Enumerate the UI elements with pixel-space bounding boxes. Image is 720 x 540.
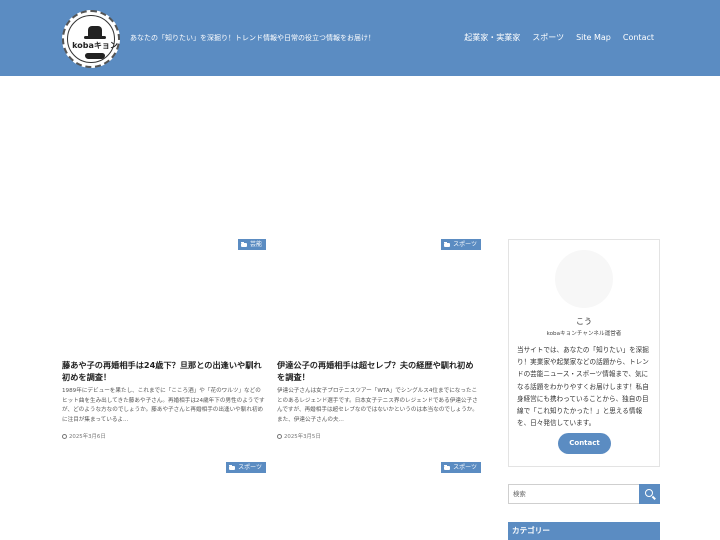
- author-name: こう: [576, 317, 592, 326]
- clock-icon: [62, 433, 67, 439]
- post-date: 2025年3月5日: [277, 432, 321, 440]
- post-thumbnail[interactable]: スポーツ: [277, 462, 481, 540]
- nav-item-contact[interactable]: Contact: [623, 32, 654, 46]
- nav-item-sitemap[interactable]: Site Map: [576, 32, 611, 46]
- category-badge: スポーツ: [441, 239, 481, 250]
- contact-button[interactable]: Contact: [558, 433, 611, 454]
- hat-brim: [84, 36, 106, 39]
- post-date-text: 2025年3月5日: [284, 434, 321, 440]
- category-label: スポーツ: [453, 241, 477, 248]
- avatar: [555, 250, 613, 308]
- category-label: スポーツ: [453, 464, 477, 471]
- site-logo[interactable]: kobaキョン: [62, 10, 120, 68]
- logo-text: kobaキョン: [72, 41, 118, 50]
- search-input[interactable]: [508, 484, 639, 504]
- post-title[interactable]: 伊達公子の再婚相手は超セレブ？夫の経歴や馴れ初めを調査！: [277, 359, 481, 383]
- post-card[interactable]: スポーツ: [62, 462, 266, 540]
- folder-icon: [444, 464, 451, 470]
- category-label: 芸能: [249, 241, 262, 248]
- post-excerpt: 1989年にデビューを果たし、これまでに「こころ酒」や「花のワルツ」などのヒット…: [62, 388, 265, 423]
- folder-icon: [229, 464, 236, 470]
- folder-icon: [240, 241, 247, 247]
- category-badge: スポーツ: [441, 462, 481, 473]
- post-card[interactable]: スポーツ 伊達公子の再婚相手は超セレブ？夫の経歴や馴れ初めを調査！ 伊達公子さん…: [277, 239, 481, 444]
- post-thumbnail[interactable]: 芸能: [62, 239, 266, 355]
- logo-emblem: kobaキョン: [67, 15, 118, 63]
- post-date: 2025年3月6日: [62, 432, 106, 440]
- author-role: kobaキョンチャンネル運営者: [546, 331, 622, 337]
- main-nav: 起業家・実業家 スポーツ Site Map Contact: [452, 32, 654, 46]
- post-card[interactable]: 芸能 藤あや子の再婚相手は24歳下？旦那との出逢いや馴れ初めを調査！ 1989年…: [62, 239, 266, 444]
- search-button[interactable]: [639, 484, 660, 504]
- clock-icon: [277, 433, 282, 439]
- post-title[interactable]: 藤あや子の再婚相手は24歳下？旦那との出逢いや馴れ初めを調査！: [62, 359, 266, 383]
- category-badge: 芸能: [237, 239, 266, 250]
- category-badge: スポーツ: [226, 462, 266, 473]
- search-box: [508, 484, 660, 504]
- post-card[interactable]: スポーツ: [277, 462, 481, 540]
- post-thumbnail[interactable]: スポーツ: [62, 462, 266, 540]
- post-date-text: 2025年3月6日: [69, 434, 106, 440]
- mustache-icon: [85, 53, 105, 59]
- author-profile: こう kobaキョンチャンネル運営者 当サイトでは、あなたの「知りたい」を深掘り…: [508, 239, 660, 467]
- category-label: スポーツ: [238, 464, 262, 471]
- author-description: 当サイトでは、あなたの「知りたい」を深掘り！実業家や起業家などの話題から、トレン…: [517, 346, 649, 428]
- site-tagline: あなたの「知りたい」を深掘り！トレンド情報や日常の役立つ情報をお届け！: [130, 34, 375, 42]
- folder-icon: [444, 241, 451, 247]
- nav-item-entrepreneurs[interactable]: 起業家・実業家: [464, 32, 520, 46]
- post-thumbnail[interactable]: スポーツ: [277, 239, 481, 355]
- search-icon: [645, 489, 653, 497]
- site-header: kobaキョン あなたの「知りたい」を深掘り！トレンド情報や日常の役立つ情報をお…: [0, 0, 720, 76]
- post-excerpt: 伊達公子さんは女子プロテニスツアー「WTA」でシングルス4位までになったことのあ…: [277, 388, 478, 423]
- category-heading: カテゴリー: [508, 522, 660, 540]
- nav-item-sports[interactable]: スポーツ: [532, 32, 564, 46]
